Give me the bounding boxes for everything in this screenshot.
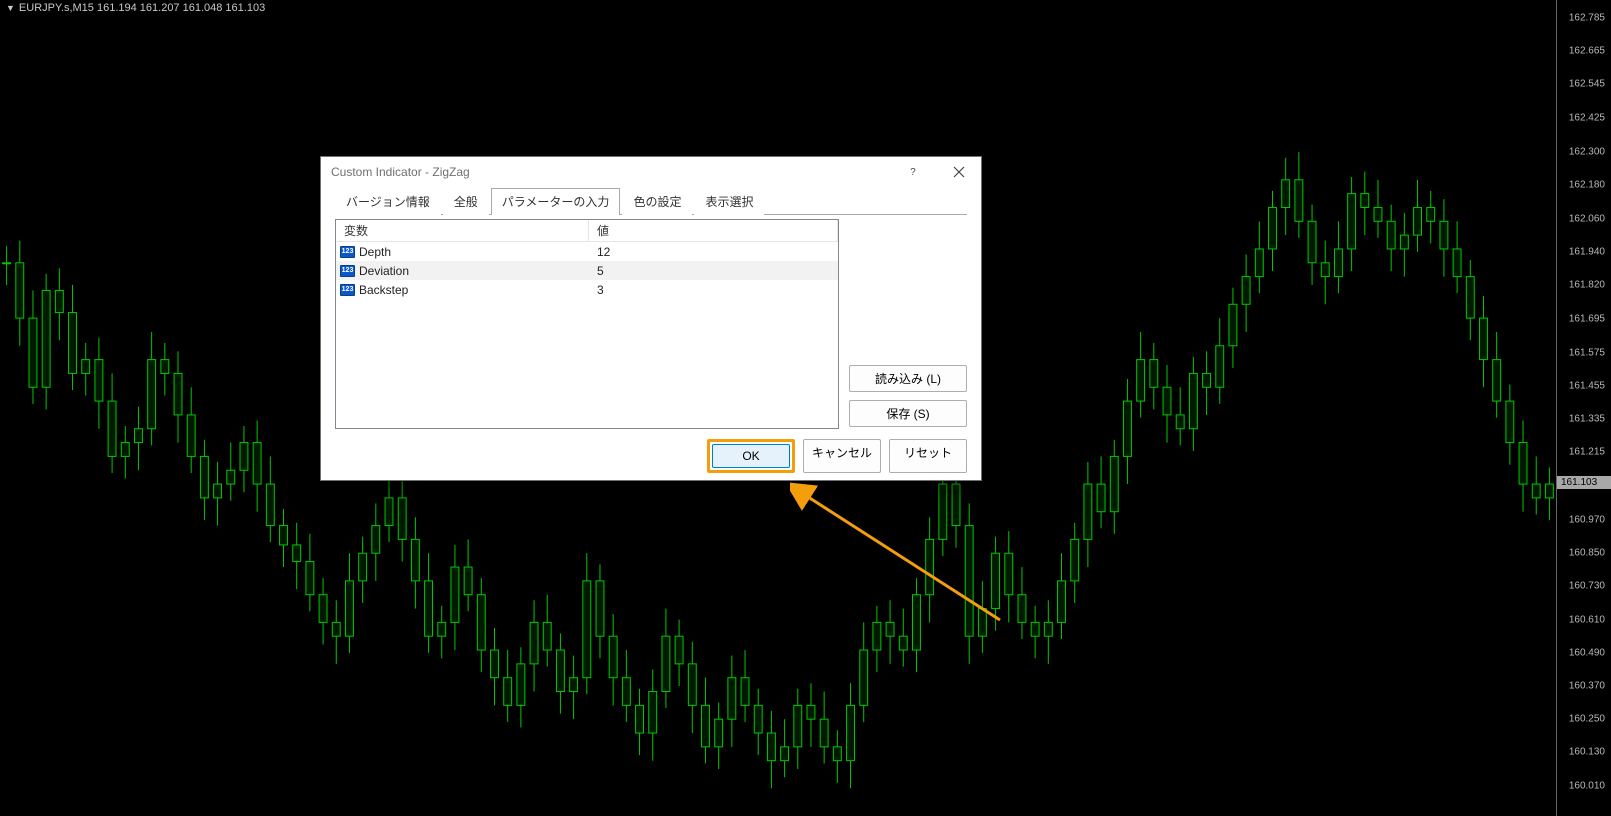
tab-parameters[interactable]: パラメーターの入力 [491, 188, 621, 215]
cancel-button[interactable]: キャンセル [803, 439, 881, 473]
price-tick: 160.370 [1569, 680, 1605, 691]
indicator-dialog: Custom Indicator - ZigZag ? バージョン情報 全般 パ… [320, 156, 982, 481]
ok-highlight: OK [707, 439, 795, 473]
price-axis: 161.103 162.785 162.665 162.545 162.425 162.… [1556, 0, 1611, 816]
price-tick: 162.425 [1569, 112, 1605, 123]
reset-button[interactable]: リセット [889, 439, 967, 473]
param-name: Depth [359, 245, 391, 259]
price-tick: 161.215 [1569, 447, 1605, 458]
price-tick: 160.250 [1569, 714, 1605, 725]
grid-header: 変数 値 [336, 220, 838, 242]
price-tick: 162.665 [1569, 46, 1605, 57]
col-header-value[interactable]: 値 [589, 220, 838, 241]
svg-text:?: ? [910, 167, 916, 178]
price-tick: 160.970 [1569, 515, 1605, 526]
col-header-variable[interactable]: 変数 [336, 220, 589, 241]
price-tick: 160.850 [1569, 548, 1605, 559]
param-name: Deviation [359, 264, 409, 278]
current-price-marker: 161.103 [1557, 476, 1611, 489]
grid-row[interactable]: 123 Backstep 3 [336, 280, 838, 299]
price-tick: 161.820 [1569, 279, 1605, 290]
integer-icon: 123 [340, 246, 355, 258]
price-tick: 160.130 [1569, 747, 1605, 758]
ok-button[interactable]: OK [712, 444, 790, 468]
dropdown-icon[interactable]: ▼ [6, 3, 15, 13]
dialog-panel: 変数 値 123 Depth 12 123 Deviation 5 [335, 214, 967, 429]
chart-header-text: EURJPY.s,M15 161.194 161.207 161.048 161… [19, 2, 265, 14]
price-tick: 160.490 [1569, 647, 1605, 658]
dialog-buttons: OK キャンセル リセット [321, 429, 981, 487]
price-tick: 161.940 [1569, 246, 1605, 257]
chart-header: ▼ EURJPY.s,M15 161.194 161.207 161.048 1… [6, 2, 265, 14]
param-value[interactable]: 12 [589, 245, 838, 259]
grid-row[interactable]: 123 Depth 12 [336, 242, 838, 261]
tab-display[interactable]: 表示選択 [694, 188, 764, 215]
param-value[interactable]: 3 [589, 283, 838, 297]
tab-general[interactable]: 全般 [443, 188, 489, 215]
side-buttons: 読み込み (L) 保存 (S) [849, 219, 967, 429]
close-button[interactable] [936, 157, 981, 187]
grid-row[interactable]: 123 Deviation 5 [336, 261, 838, 280]
dialog-titlebar[interactable]: Custom Indicator - ZigZag ? [321, 157, 981, 187]
load-button[interactable]: 読み込み (L) [849, 365, 967, 392]
parameter-grid[interactable]: 変数 値 123 Depth 12 123 Deviation 5 [335, 219, 839, 429]
param-name: Backstep [359, 283, 408, 297]
help-button[interactable]: ? [891, 157, 936, 187]
dialog-title: Custom Indicator - ZigZag [331, 165, 891, 179]
price-tick: 162.785 [1569, 12, 1605, 23]
price-tick: 160.010 [1569, 780, 1605, 791]
tab-colors[interactable]: 色の設定 [622, 188, 692, 215]
dialog-tabs: バージョン情報 全般 パラメーターの入力 色の設定 表示選択 [321, 187, 981, 214]
price-tick: 160.610 [1569, 614, 1605, 625]
price-tick: 161.695 [1569, 314, 1605, 325]
price-tick: 161.455 [1569, 380, 1605, 391]
price-tick: 162.300 [1569, 147, 1605, 158]
price-tick: 160.730 [1569, 581, 1605, 592]
save-button[interactable]: 保存 (S) [849, 400, 967, 427]
tab-version[interactable]: バージョン情報 [335, 188, 441, 215]
price-tick: 162.180 [1569, 180, 1605, 191]
integer-icon: 123 [340, 265, 355, 277]
price-tick: 161.335 [1569, 414, 1605, 425]
price-tick: 162.060 [1569, 213, 1605, 224]
param-value[interactable]: 5 [589, 264, 838, 278]
integer-icon: 123 [340, 284, 355, 296]
chart-container: ▼ EURJPY.s,M15 161.194 161.207 161.048 1… [0, 0, 1611, 816]
price-tick: 161.575 [1569, 347, 1605, 358]
price-tick: 162.545 [1569, 79, 1605, 90]
